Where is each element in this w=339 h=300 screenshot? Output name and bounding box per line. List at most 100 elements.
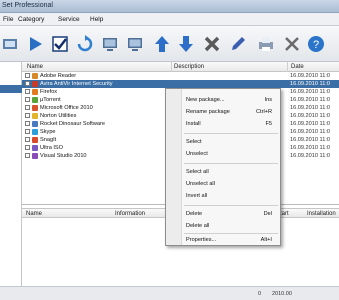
context-menu: New package... Ins Rename package Ctrl+R… <box>165 88 281 246</box>
menu-item-delete-all[interactable]: Delete all <box>186 223 209 229</box>
menu-item-unselect-all[interactable]: Unselect all <box>186 181 215 187</box>
package-date: 16.09.2010 11:0 <box>290 153 331 159</box>
printer-icon[interactable] <box>256 34 276 54</box>
package-icon <box>32 113 38 119</box>
column-date[interactable]: Date <box>291 64 304 70</box>
status-bar: 0 2010.00 <box>0 286 339 300</box>
row-checkbox[interactable] <box>25 97 30 102</box>
package-name: Norton Utilities <box>40 113 77 119</box>
menu-item-delete[interactable]: Delete <box>186 211 202 217</box>
package-icon <box>32 81 38 87</box>
row-checkbox[interactable] <box>25 105 30 110</box>
package-date: 16.09.2010 11:0 <box>290 89 331 95</box>
package-date: 16.09.2010 11:0 <box>290 105 331 111</box>
menu-service[interactable]: Service <box>58 16 80 23</box>
package-date: 16.09.2010 11:0 <box>290 121 331 127</box>
menu-separator <box>184 205 278 206</box>
menu-item-unselect[interactable]: Unselect <box>186 151 208 157</box>
row-checkbox[interactable] <box>25 153 30 158</box>
package-name: Skype <box>40 129 56 135</box>
checkbox-icon[interactable] <box>50 34 70 54</box>
menu-item-properties[interactable]: Properties... <box>186 237 216 243</box>
window-title: Set Professional <box>2 2 53 9</box>
menu-item-shortcut: F5 <box>265 121 272 127</box>
menu-category[interactable]: Category <box>18 16 44 23</box>
menu-separator <box>184 233 278 234</box>
package-date: 16.09.2010 11:0 <box>290 73 331 79</box>
menu-separator <box>184 163 278 164</box>
package-date: 16.09.2010 11:0 <box>290 97 331 103</box>
pencil-icon[interactable] <box>228 34 248 54</box>
package-icon <box>32 129 38 135</box>
svg-text:?: ? <box>313 39 319 51</box>
package-name: SnagIt <box>40 137 57 143</box>
title-bar: Set Professional <box>0 0 339 13</box>
menu-item-install[interactable]: Install <box>186 121 201 127</box>
package-name: Microsoft Office 2010 <box>40 105 93 111</box>
package-icon <box>32 153 38 159</box>
details-column-installation[interactable]: Installation <box>307 211 336 217</box>
package-name: Firefox <box>40 89 58 95</box>
play-icon[interactable] <box>25 34 45 54</box>
package-icon <box>32 73 38 79</box>
package-date: 16.09.2010 11:0 <box>290 145 331 151</box>
package-date: 16.09.2010 11:0 <box>290 137 331 143</box>
status-count: 0 <box>258 291 262 297</box>
list-header: Name Description Date <box>22 62 339 72</box>
package-date: 16.09.2010 11:0 <box>290 81 331 87</box>
package-name: Visual Studio 2010 <box>40 153 87 159</box>
category-sidebar[interactable] <box>0 62 22 286</box>
row-checkbox[interactable] <box>25 113 30 118</box>
table-row-selected[interactable]: Avira AntiVir Internet Security 16.09.20… <box>22 80 339 88</box>
context-menu-icon-strip <box>166 89 182 245</box>
package-name: µTorrent <box>40 97 61 103</box>
package-name: Rocket Dinosaur Software <box>40 121 105 127</box>
package-icon <box>32 121 38 127</box>
sidebar-selected-item[interactable] <box>0 85 22 93</box>
monitor-icon[interactable] <box>125 34 145 54</box>
column-description[interactable]: Description <box>174 64 204 70</box>
toolbar: ? <box>0 26 339 62</box>
menu-item-select[interactable]: Select <box>186 139 202 145</box>
menu-bar: File Category Service Help <box>0 13 339 26</box>
menu-help[interactable]: Help <box>90 16 103 23</box>
package-icon <box>32 105 38 111</box>
arrow-up-icon[interactable] <box>152 34 172 54</box>
package-date: 16.09.2010 11:0 <box>290 129 331 135</box>
package-icon <box>32 89 38 95</box>
arrow-down-icon[interactable] <box>176 34 196 54</box>
package-name: Adobe Reader <box>40 73 77 79</box>
menu-item-new-package[interactable]: New package... <box>186 97 225 103</box>
row-checkbox[interactable] <box>25 129 30 134</box>
package-icon <box>32 145 38 151</box>
row-checkbox[interactable] <box>25 81 30 86</box>
tools-icon[interactable] <box>282 34 302 54</box>
menu-item-shortcut: Del <box>263 211 272 217</box>
menu-file[interactable]: File <box>3 16 13 23</box>
table-row[interactable]: Adobe Reader 16.09.2010 11:0 <box>22 72 339 80</box>
package-name: Avira AntiVir Internet Security <box>40 81 113 87</box>
delete-icon[interactable] <box>202 34 222 54</box>
status-value: 2010.00 <box>272 291 292 297</box>
menu-item-shortcut: Ins <box>264 97 272 103</box>
package-date: 16.09.2010 11:0 <box>290 113 331 119</box>
menu-item-invert-all[interactable]: Invert all <box>186 193 207 199</box>
help-icon[interactable]: ? <box>306 34 326 54</box>
row-checkbox[interactable] <box>25 121 30 126</box>
details-column-name[interactable]: Name <box>26 211 42 217</box>
row-checkbox[interactable] <box>25 89 30 94</box>
package-icon <box>32 97 38 103</box>
package-name: Ultra ISO <box>40 145 64 151</box>
package-icon <box>32 137 38 143</box>
row-checkbox[interactable] <box>25 145 30 150</box>
menu-item-rename-package[interactable]: Rename package <box>186 109 230 115</box>
sync-icon[interactable] <box>75 34 95 54</box>
refresh-icon[interactable] <box>0 34 20 54</box>
menu-item-shortcut: Alt+I <box>260 237 272 243</box>
details-column-information[interactable]: Information <box>115 211 145 217</box>
row-checkbox[interactable] <box>25 137 30 142</box>
menu-item-select-all[interactable]: Select all <box>186 169 209 175</box>
column-name[interactable]: Name <box>27 64 43 70</box>
monitor-icon[interactable] <box>100 34 120 54</box>
row-checkbox[interactable] <box>25 73 30 78</box>
